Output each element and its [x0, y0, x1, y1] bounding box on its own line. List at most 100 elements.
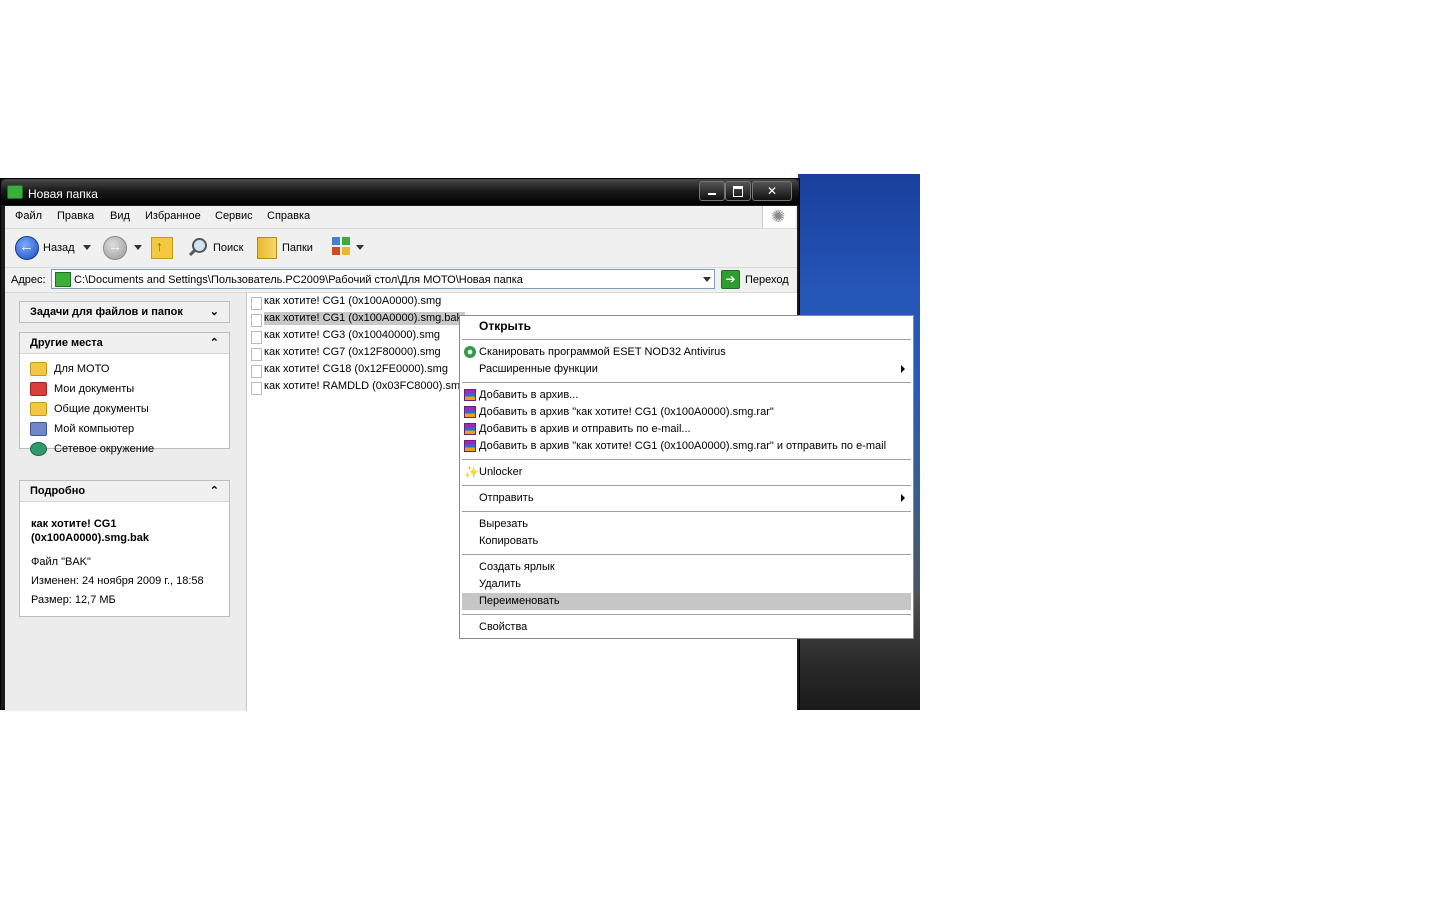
folder-icon — [55, 272, 71, 287]
menu-item-cut[interactable]: Вырезать — [462, 516, 911, 533]
menu-item-add-archive-named[interactable]: Добавить в архив "как хотите! CG1 (0x100… — [462, 404, 911, 421]
submenu-arrow-icon — [901, 494, 905, 502]
winrar-icon — [464, 406, 476, 418]
details-panel: Подробно ⌃ как хотите! CG1 (0x100A0000).… — [19, 480, 230, 617]
title-bar[interactable]: Новая папка ✕ — [1, 179, 799, 205]
menu-item-delete[interactable]: Удалить — [462, 576, 911, 593]
menu-item-add-archive-named-email[interactable]: Добавить в архив "как хотите! CG1 (0x100… — [462, 438, 911, 455]
eset-antivirus-icon — [464, 346, 476, 358]
place-label[interactable]: Сетевое окружение — [54, 443, 154, 455]
close-button[interactable]: ✕ — [752, 181, 792, 201]
menu-item-open[interactable]: Открыть — [462, 318, 911, 335]
folders-button-label[interactable]: Папки — [282, 242, 313, 254]
menu-item-create-shortcut[interactable]: Создать ярлык — [462, 559, 911, 576]
menu-view[interactable]: Вид — [110, 210, 130, 222]
menu-item-unlocker[interactable]: ✨ Unlocker — [462, 464, 911, 481]
address-bar: Адрес: C:\Documents and Settings\Пользов… — [5, 268, 797, 293]
menu-item-rename[interactable]: Переименовать — [462, 593, 911, 610]
my-documents-icon — [30, 382, 47, 396]
network-icon — [30, 442, 47, 456]
menu-item-label: Отправить — [479, 492, 534, 504]
details-file-type: Файл "BAK" — [31, 556, 91, 568]
menu-item-label: Добавить в архив... — [479, 389, 579, 401]
details-header[interactable]: Подробно ⌃ — [20, 481, 229, 502]
menu-item-label: Unlocker — [479, 466, 523, 478]
menu-help[interactable]: Справка — [267, 210, 310, 222]
place-label[interactable]: Мои документы — [54, 383, 134, 395]
menu-item-label: Сканировать программой ESET NOD32 Antivi… — [479, 346, 726, 358]
address-field[interactable]: C:\Documents and Settings\Пользователь.P… — [51, 269, 715, 289]
file-name[interactable]: как хотите! CG3 (0x10040000).smg — [264, 329, 443, 342]
tasks-panel-title[interactable]: Задачи для файлов и папок — [30, 306, 183, 318]
menu-file[interactable]: Файл — [15, 210, 42, 222]
toolbar: Назад Поиск Папки — [5, 229, 797, 268]
folder-up-icon[interactable] — [151, 237, 173, 259]
other-places-title[interactable]: Другие места — [30, 337, 103, 349]
menu-separator — [462, 554, 911, 555]
folder-icon — [30, 402, 47, 416]
menu-item-scan-eset[interactable]: Сканировать программой ESET NOD32 Antivi… — [462, 344, 911, 361]
close-icon: ✕ — [766, 184, 778, 198]
menu-item-add-archive[interactable]: Добавить в архив... — [462, 387, 911, 404]
menu-item-add-archive-email[interactable]: Добавить в архив и отправить по e-mail..… — [462, 421, 911, 438]
menu-item-properties[interactable]: Свойства — [462, 619, 911, 636]
expand-chevron-icon[interactable]: ⌄ — [210, 305, 219, 318]
search-icon[interactable] — [187, 237, 207, 257]
menu-item-label: Копировать — [479, 535, 539, 547]
maximize-button[interactable] — [725, 181, 751, 201]
place-label[interactable]: Мой компьютер — [54, 423, 134, 435]
forward-arrow-icon[interactable] — [103, 236, 127, 260]
menu-item-advanced[interactable]: Расширенные функции — [462, 361, 911, 378]
tasks-panel-header[interactable]: Задачи для файлов и папок ⌄ — [20, 302, 229, 322]
file-name[interactable]: как хотите! CG1 (0x100A0000).smg.bak — [264, 312, 466, 325]
submenu-arrow-icon — [901, 365, 905, 373]
back-arrow-icon[interactable] — [15, 236, 39, 260]
place-label[interactable]: Общие документы — [54, 403, 149, 415]
place-label[interactable]: Для МОТО — [54, 363, 109, 375]
menu-favorites[interactable]: Избранное — [145, 210, 201, 222]
file-icon — [251, 297, 262, 310]
computer-icon — [30, 422, 47, 436]
menu-edit[interactable]: Правка — [57, 210, 94, 222]
chevron-down-icon[interactable] — [703, 277, 711, 282]
menu-item-label: Переименовать — [479, 595, 560, 607]
folders-icon[interactable] — [257, 237, 277, 259]
menu-tools[interactable]: Сервис — [215, 210, 253, 222]
menu-item-label: Удалить — [479, 578, 521, 590]
menu-item-label: Свойства — [479, 621, 528, 633]
other-places-header[interactable]: Другие места ⌃ — [20, 333, 229, 354]
collapse-chevron-icon[interactable]: ⌃ — [210, 336, 219, 349]
back-dropdown-icon[interactable] — [83, 245, 91, 250]
menu-item-label: Вырезать — [479, 518, 528, 530]
menu-item-label: Добавить в архив "как хотите! CG1 (0x100… — [479, 406, 774, 418]
menu-item-copy[interactable]: Копировать — [462, 533, 911, 550]
file-name[interactable]: как хотите! CG7 (0x12F80000).smg — [264, 346, 444, 359]
details-size: Размер: 12,7 МБ — [31, 594, 116, 606]
forward-dropdown-icon[interactable] — [134, 245, 142, 250]
minimize-button[interactable] — [699, 181, 725, 201]
other-places-panel: Другие места ⌃ Для МОТО Мои документы Об… — [19, 332, 230, 456]
file-name[interactable]: как хотите! CG18 (0x12FE0000).smg — [264, 363, 451, 376]
address-label: Адрес: — [11, 274, 46, 286]
file-name[interactable]: как хотите! RAMDLD (0x03FC8000).smg — [264, 380, 469, 393]
file-icon — [251, 331, 262, 344]
menu-item-label: Расширенные функции — [479, 363, 598, 375]
menu-bar: Файл Правка Вид Избранное Сервис Справка — [5, 206, 797, 229]
menu-item-send-to[interactable]: Отправить — [462, 490, 911, 507]
go-button[interactable]: ➔ Переход — [721, 269, 795, 289]
menu-item-label: Добавить в архив и отправить по e-mail..… — [479, 423, 691, 435]
views-dropdown-icon[interactable] — [356, 245, 364, 250]
views-icon[interactable] — [332, 237, 352, 257]
folder-icon — [7, 185, 23, 199]
menu-separator — [462, 614, 911, 615]
folder-icon — [30, 362, 47, 376]
file-name[interactable]: как хотите! CG1 (0x100A0000).smg — [264, 295, 444, 308]
search-button-label[interactable]: Поиск — [213, 242, 243, 254]
collapse-chevron-icon[interactable]: ⌃ — [210, 484, 219, 497]
windows-logo-throbber — [762, 206, 795, 228]
go-arrow-icon[interactable]: ➔ — [721, 270, 740, 289]
address-path[interactable]: C:\Documents and Settings\Пользователь.P… — [74, 274, 523, 286]
back-button-label[interactable]: Назад — [43, 242, 75, 254]
details-title[interactable]: Подробно — [30, 485, 85, 497]
go-label[interactable]: Переход — [745, 274, 789, 286]
